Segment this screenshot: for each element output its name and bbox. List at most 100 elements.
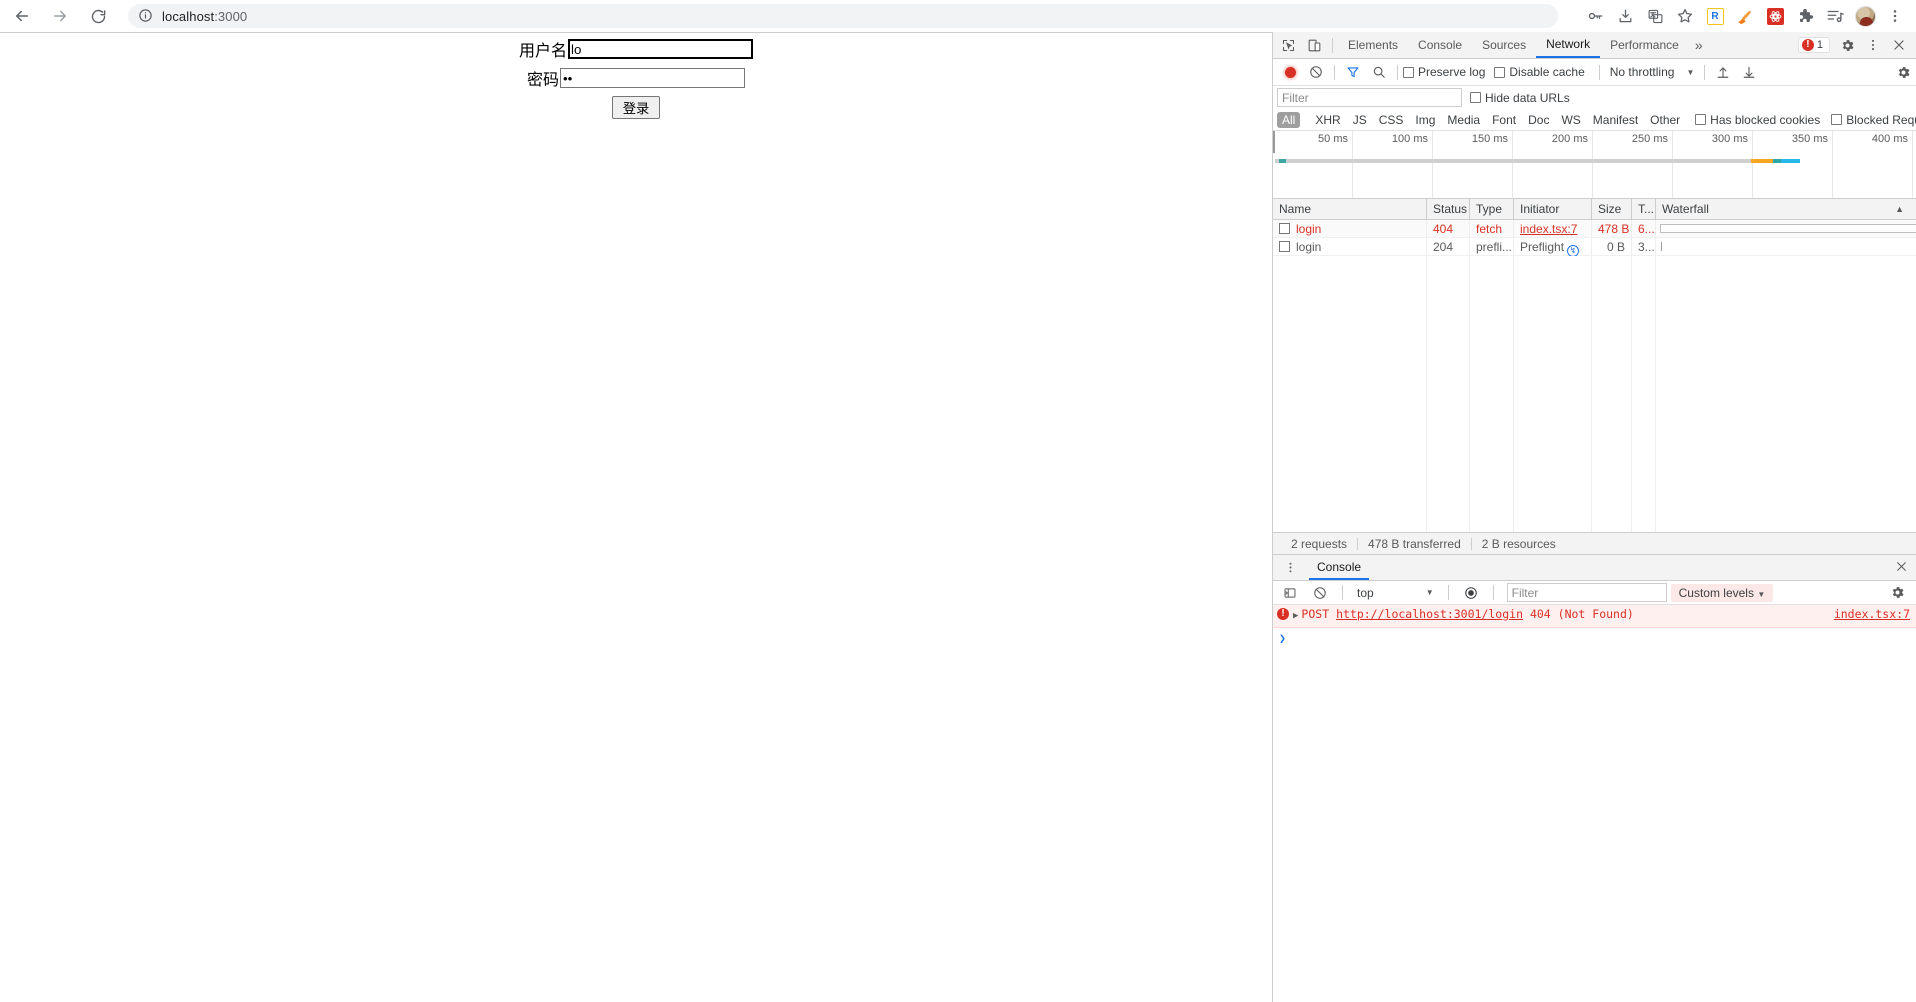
column-header-waterfall[interactable]: Waterfall ▲ (1656, 199, 1916, 220)
address-bar[interactable]: localhost:3000 (128, 4, 1558, 28)
live-expression-icon[interactable] (1458, 580, 1484, 605)
console-message-list: ! ▶ POST http://localhost:3001/login 404… (1273, 605, 1916, 1002)
type-chip-js[interactable]: JS (1348, 112, 1372, 128)
type-chip-img[interactable]: Img (1410, 112, 1440, 128)
extension-red-icon[interactable] (1760, 1, 1790, 31)
kebab-menu-icon[interactable] (1860, 33, 1886, 58)
close-icon[interactable] (1886, 33, 1912, 58)
network-filter-input[interactable] (1277, 88, 1462, 107)
chrome-menu-icon[interactable] (1880, 1, 1910, 31)
profile-avatar[interactable] (1850, 1, 1880, 31)
console-error-message[interactable]: ! ▶ POST http://localhost:3001/login 404… (1273, 605, 1916, 628)
hide-data-urls-checkbox[interactable]: Hide data URLs (1470, 91, 1570, 105)
console-context-select[interactable]: top ▼ (1352, 586, 1439, 600)
type-chip-css[interactable]: CSS (1374, 112, 1409, 128)
console-toolbar: top ▼ Custom levels ▼ (1273, 581, 1916, 605)
funnel-icon[interactable] (1340, 60, 1366, 85)
login-submit-button[interactable]: 登录 (611, 96, 661, 119)
console-message-source-link[interactable]: index.tsx:7 (1824, 607, 1910, 622)
search-icon[interactable] (1366, 60, 1392, 85)
column-header-time[interactable]: T... (1632, 198, 1656, 220)
drawer-close-icon[interactable] (1895, 560, 1916, 576)
type-chip-ws[interactable]: WS (1556, 112, 1585, 128)
network-overview-timeline[interactable]: 50 ms 100 ms 150 ms 200 ms 250 ms 300 ms… (1273, 131, 1916, 199)
extension-brush-icon[interactable] (1730, 1, 1760, 31)
type-chip-media[interactable]: Media (1442, 112, 1485, 128)
tab-sources[interactable]: Sources (1472, 32, 1536, 58)
forward-button[interactable] (44, 1, 76, 31)
request-initiator-cell[interactable]: index.tsx:7 (1514, 219, 1592, 238)
type-chip-all[interactable]: All (1277, 111, 1301, 128)
clear-icon[interactable] (1303, 60, 1329, 85)
address-bar-text: localhost:3000 (162, 9, 247, 24)
table-row[interactable]: login 404 fetch index.tsx:7 478 B 6... (1273, 219, 1916, 238)
extension-r-icon[interactable]: R (1700, 1, 1730, 31)
gear-icon[interactable] (1834, 33, 1860, 58)
disable-cache-checkbox[interactable]: Disable cache (1494, 65, 1585, 79)
drawer-kebab-menu-icon[interactable] (1277, 555, 1303, 580)
preserve-log-checkbox[interactable]: Preserve log (1403, 65, 1485, 79)
preflight-info-icon[interactable]: ↯ (1567, 244, 1580, 256)
console-settings-gear-icon[interactable] (1886, 580, 1912, 605)
request-time-cell: 3... (1632, 237, 1656, 256)
column-header-status[interactable]: Status (1427, 198, 1470, 220)
console-message-url[interactable]: http://localhost:3001/login (1336, 607, 1523, 622)
network-settings-gear-icon[interactable] (1890, 60, 1916, 85)
bookmark-star-icon[interactable] (1670, 1, 1700, 31)
overview-tick-label: 300 ms (1711, 133, 1748, 145)
console-levels-select[interactable]: Custom levels ▼ (1670, 583, 1774, 602)
row-checkbox[interactable] (1279, 241, 1290, 252)
more-tabs-button[interactable]: » (1689, 37, 1709, 53)
inspect-element-icon[interactable] (1275, 33, 1301, 58)
console-sidebar-icon[interactable] (1277, 580, 1303, 605)
extension-r-badge: R (1706, 7, 1724, 25)
column-header-name[interactable]: Name (1273, 198, 1427, 220)
row-checkbox[interactable] (1279, 223, 1290, 234)
type-chip-doc[interactable]: Doc (1523, 112, 1554, 128)
drawer-tabbar: Console (1273, 555, 1916, 581)
reload-button[interactable] (82, 1, 114, 31)
expand-arrow-icon[interactable]: ▶ (1293, 609, 1298, 624)
translate-icon[interactable] (1640, 1, 1670, 31)
filler-column (1592, 256, 1632, 532)
password-label: 密码 (526, 70, 559, 89)
has-blocked-cookies-checkbox[interactable]: Has blocked cookies (1695, 113, 1820, 127)
drawer-tab-console[interactable]: Console (1309, 555, 1370, 580)
record-indicator (1284, 66, 1296, 78)
export-har-icon[interactable] (1736, 60, 1762, 85)
tab-console[interactable]: Console (1408, 32, 1472, 58)
column-header-initiator[interactable]: Initiator (1514, 198, 1592, 220)
extensions-puzzle-icon[interactable] (1790, 1, 1820, 31)
request-name-cell[interactable]: login (1273, 237, 1427, 256)
login-form: 用户名 密码 登录 (0, 33, 1272, 124)
type-chip-manifest[interactable]: Manifest (1588, 112, 1643, 128)
console-input-prompt[interactable]: ❯ (1273, 628, 1916, 648)
error-count-badge[interactable]: ! 1 (1797, 37, 1830, 53)
initiator-link[interactable]: index.tsx:7 (1520, 222, 1577, 236)
type-chip-font[interactable]: Font (1487, 112, 1521, 128)
request-initiator-cell[interactable]: Preflight ↯ (1514, 237, 1592, 256)
console-filter-input[interactable] (1506, 583, 1667, 602)
type-chip-xhr[interactable]: XHR (1310, 112, 1345, 128)
type-chip-other[interactable]: Other (1645, 112, 1685, 128)
tab-network[interactable]: Network (1536, 32, 1601, 58)
record-stop-icon[interactable] (1277, 60, 1303, 85)
import-har-icon[interactable] (1710, 60, 1736, 85)
blocked-requests-checkbox[interactable]: Blocked Requests (1831, 113, 1916, 127)
request-name-cell[interactable]: login (1273, 219, 1427, 238)
media-list-icon[interactable] (1820, 1, 1850, 31)
column-header-type[interactable]: Type (1470, 198, 1514, 220)
password-key-icon[interactable] (1580, 1, 1610, 31)
tab-performance[interactable]: Performance (1600, 32, 1689, 58)
downloads-icon[interactable] (1610, 1, 1640, 31)
column-header-size[interactable]: Size (1592, 198, 1632, 220)
tab-elements[interactable]: Elements (1338, 32, 1408, 58)
back-button[interactable] (6, 1, 38, 31)
username-input[interactable] (568, 39, 753, 59)
table-row[interactable]: login 204 prefli... Preflight ↯ 0 B 3... (1273, 237, 1916, 256)
device-toolbar-icon[interactable] (1301, 33, 1327, 58)
info-circle-icon[interactable] (138, 8, 154, 24)
password-input[interactable] (560, 68, 745, 88)
throttling-select[interactable]: No throttling ▼ (1605, 65, 1700, 79)
clear-console-icon[interactable] (1307, 580, 1333, 605)
